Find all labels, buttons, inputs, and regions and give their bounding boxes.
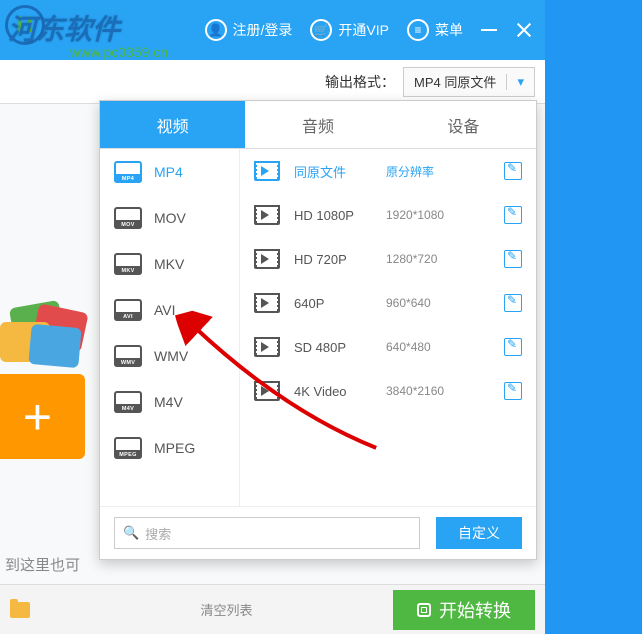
resolution-item-720p[interactable]: HD 720P1280*720: [240, 237, 536, 281]
edit-icon[interactable]: [504, 162, 522, 180]
resolution-item-4k[interactable]: 4K Video3840*2160: [240, 369, 536, 413]
file-icon: [114, 345, 142, 367]
resolution-item-640p[interactable]: 640P960*640: [240, 281, 536, 325]
output-format-label: 输出格式：: [325, 72, 395, 92]
format-row: 输出格式： MP4 同原文件 ▾: [0, 60, 545, 104]
register-login-label: 注册/登录: [233, 20, 293, 40]
format-item-m4v[interactable]: M4V: [100, 379, 239, 425]
video-icon: [254, 205, 280, 225]
format-list[interactable]: MP4 MOV MKV AVI WMV M4V MPEG: [100, 149, 240, 506]
format-tabs: 视频 音频 设备: [100, 101, 536, 149]
file-icon: [114, 299, 142, 321]
tab-device[interactable]: 设备: [391, 101, 536, 148]
convert-icon: [417, 603, 431, 617]
menu-button[interactable]: ≡ 菜单: [407, 19, 463, 41]
format-item-mov[interactable]: MOV: [100, 195, 239, 241]
edit-icon[interactable]: [504, 294, 522, 312]
edit-icon[interactable]: [504, 382, 522, 400]
edit-icon[interactable]: [504, 206, 522, 224]
watermark-text: 河东软件: [8, 8, 120, 48]
menu-icon: ≡: [407, 19, 429, 41]
file-icon: [114, 207, 142, 229]
output-format-value: MP4 同原文件: [414, 72, 496, 91]
resolution-item-original[interactable]: 同原文件原分辨率: [240, 149, 536, 193]
chevron-down-icon: ▾: [506, 74, 524, 90]
add-file-button[interactable]: +: [0, 374, 85, 459]
search-icon: 🔍: [123, 525, 139, 541]
custom-button[interactable]: 自定义: [436, 517, 522, 549]
tab-video[interactable]: 视频: [100, 101, 245, 148]
format-dropdown-panel: 视频 音频 设备 MP4 MOV MKV AVI WMV M4V MPEG 同原…: [99, 100, 537, 560]
video-icon: [254, 249, 280, 269]
start-convert-button[interactable]: 开始转换: [393, 590, 535, 630]
vip-button[interactable]: 🛒 开通VIP: [310, 19, 389, 41]
cart-icon: 🛒: [310, 19, 332, 41]
edit-icon[interactable]: [504, 338, 522, 356]
menu-label: 菜单: [435, 20, 463, 40]
tab-audio[interactable]: 音频: [245, 101, 390, 148]
resolution-item-480p[interactable]: SD 480P640*480: [240, 325, 536, 369]
drag-hint-text: 到这里也可: [5, 554, 80, 575]
resolution-list[interactable]: 同原文件原分辨率 HD 1080P1920*1080 HD 720P1280*7…: [240, 149, 536, 506]
file-icon: [114, 437, 142, 459]
search-placeholder: 搜索: [145, 524, 171, 543]
register-login-button[interactable]: 👤 注册/登录: [205, 19, 293, 41]
video-icon: [254, 337, 280, 357]
format-item-mpeg[interactable]: MPEG: [100, 425, 239, 471]
watermark-url: www.pc0359.cn: [70, 44, 168, 60]
close-button[interactable]: [515, 21, 533, 39]
file-icon: [114, 161, 142, 183]
tab-content: MP4 MOV MKV AVI WMV M4V MPEG 同原文件原分辨率 HD…: [100, 149, 536, 506]
file-icon: [114, 391, 142, 413]
search-input[interactable]: 🔍 搜索: [114, 517, 420, 549]
edit-icon[interactable]: [504, 250, 522, 268]
output-format-select[interactable]: MP4 同原文件 ▾: [403, 67, 535, 97]
vip-label: 开通VIP: [338, 20, 389, 40]
minimize-button[interactable]: [481, 29, 497, 31]
video-icon: [254, 161, 280, 181]
clear-list-button[interactable]: 清空列表: [200, 600, 252, 619]
format-item-avi[interactable]: AVI: [100, 287, 239, 333]
user-icon: 👤: [205, 19, 227, 41]
video-icon: [254, 293, 280, 313]
dropdown-footer: 🔍 搜索 自定义: [100, 506, 536, 559]
file-icon: [114, 253, 142, 275]
folder-icon[interactable]: [10, 602, 30, 618]
bottom-bar: 清空列表 开始转换: [0, 584, 545, 634]
format-item-mkv[interactable]: MKV: [100, 241, 239, 287]
file-stack-icon: [0, 304, 90, 384]
resolution-item-1080p[interactable]: HD 1080P1920*1080: [240, 193, 536, 237]
format-item-mp4[interactable]: MP4: [100, 149, 239, 195]
start-convert-label: 开始转换: [439, 597, 511, 623]
format-item-wmv[interactable]: WMV: [100, 333, 239, 379]
video-icon: [254, 381, 280, 401]
